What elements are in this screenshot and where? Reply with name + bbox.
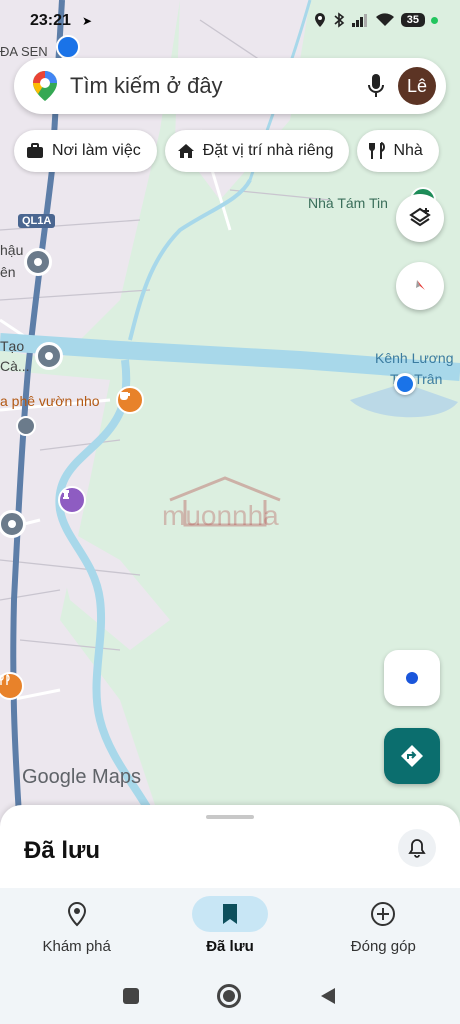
back-button[interactable] <box>319 986 337 1006</box>
google-maps-logo: Google Maps <box>22 766 141 788</box>
bottom-nav: Khám phá Đã lưu Đóng góp <box>0 888 460 968</box>
chip-label: Nơi làm việc <box>52 142 141 159</box>
home-icon <box>177 144 194 158</box>
sheet-title: Đã lưu <box>24 837 101 864</box>
location-pin-icon <box>67 901 86 927</box>
fork-knife-icon <box>369 142 386 159</box>
nav-icon-wrap <box>191 896 268 932</box>
svg-text:muonnha: muonnha <box>162 500 279 531</box>
place-pin-grey-2[interactable] <box>35 342 63 370</box>
chip-restaurants[interactable]: Nhà <box>357 130 439 172</box>
system-nav-bar <box>0 968 460 1024</box>
sheet-drag-handle[interactable] <box>206 815 254 819</box>
microphone-button[interactable] <box>354 64 398 108</box>
microphone-icon <box>368 74 384 97</box>
current-location-dot <box>394 373 416 395</box>
cafe-pin[interactable] <box>116 386 144 414</box>
chip-work[interactable]: Nơi làm việc <box>14 130 157 172</box>
nav-saved[interactable]: Đã lưu <box>153 888 306 968</box>
chess-icon <box>63 490 69 499</box>
status-icons: 35 <box>313 12 438 28</box>
home-button[interactable] <box>217 984 241 1008</box>
avatar[interactable]: Lê <box>398 67 436 105</box>
map-label-sen: ĐA SEN <box>0 44 48 59</box>
coffee-icon <box>120 392 130 400</box>
map-label-nha-tam-tin: Nhà Tám Tin <box>308 195 388 211</box>
compass-icon <box>416 280 425 290</box>
highway-shield: QL1A <box>18 214 56 228</box>
bell-icon <box>408 839 426 858</box>
nav-label: Đã lưu <box>206 938 254 955</box>
place-pin-grey[interactable] <box>24 248 52 276</box>
landmark-pin[interactable] <box>58 486 86 514</box>
bluetooth-icon <box>334 12 345 28</box>
quick-chips: Nơi làm việc Đặt vị trí nhà riêng Nhà <box>14 130 439 172</box>
notifications-button[interactable] <box>398 829 436 867</box>
search-bar[interactable]: Tìm kiếm ở đây Lê <box>14 58 446 114</box>
chip-label: Đặt vị trí nhà riêng <box>202 142 334 159</box>
map-label-cafe: a phê vườn nho <box>0 393 100 409</box>
map-label-canal-1: Kênh Lương <box>375 350 454 366</box>
nav-label: Khám phá <box>42 938 111 955</box>
status-time: 23:21 <box>30 12 71 29</box>
status-bar: 23:21 ➤ 35 <box>0 0 460 44</box>
map-layer: muonnha <box>0 0 460 830</box>
chip-label: Nhà <box>393 142 423 159</box>
my-location-icon <box>406 672 418 684</box>
bus-stop-pin[interactable] <box>16 416 36 436</box>
my-location-button[interactable] <box>384 650 440 706</box>
google-maps-pin-icon <box>33 71 57 101</box>
wifi-icon <box>375 13 394 26</box>
privacy-dot <box>431 16 438 24</box>
compass-button[interactable] <box>396 262 444 310</box>
map-label-tao-1: Tạo <box>0 338 25 354</box>
battery-badge: 35 <box>400 13 425 27</box>
nav-explore[interactable]: Khám phá <box>0 888 153 968</box>
signal-icon <box>351 14 367 27</box>
directions-icon <box>401 745 423 767</box>
recents-button[interactable] <box>123 988 139 1004</box>
directions-button[interactable] <box>384 728 440 784</box>
map-label-tao-2: Cà... <box>0 358 30 374</box>
chip-home[interactable]: Đặt vị trí nhà riêng <box>164 130 350 172</box>
nav-label: Đóng góp <box>350 938 416 955</box>
map-label-hau-2: ên <box>0 264 16 280</box>
navigation-arrow-icon: ➤ <box>82 14 93 28</box>
add-circle-icon <box>371 902 396 926</box>
layers-icon <box>409 207 431 227</box>
layers-button[interactable] <box>396 194 444 242</box>
nav-icon-wrap <box>345 896 421 932</box>
map-label-hau-1: hậu <box>0 242 24 258</box>
nav-icon-wrap <box>39 896 115 932</box>
search-input[interactable]: Tìm kiếm ở đây <box>70 73 354 99</box>
bookmark-icon <box>222 904 237 924</box>
briefcase-icon <box>27 143 43 158</box>
map-canvas[interactable]: muonnha ĐA SEN QL1A Nhà Tám Tin hậu ên T… <box>0 0 460 830</box>
location-icon <box>314 13 325 27</box>
nav-contribute[interactable]: Đóng góp <box>307 888 460 968</box>
fork-knife-icon <box>0 674 10 685</box>
saved-sheet[interactable]: Đã lưu <box>0 805 460 895</box>
